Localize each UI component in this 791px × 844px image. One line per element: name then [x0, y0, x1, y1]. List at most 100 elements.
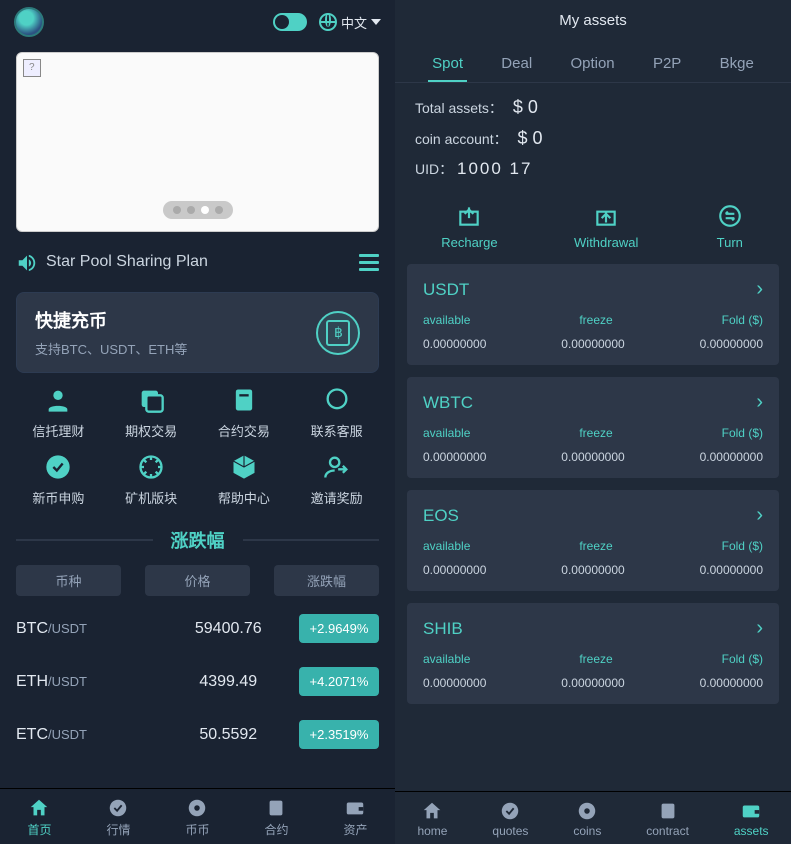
- market-price: 4399.49: [158, 673, 300, 691]
- coin-account-label: coin account：: [415, 131, 508, 147]
- market-change: +2.3519%: [299, 720, 379, 749]
- coin-list: USDT › available freeze Fold ($) 0.00000…: [395, 264, 791, 844]
- nav-label: 币币: [185, 821, 209, 838]
- chevron-down-icon: [371, 19, 381, 25]
- tab-p2p[interactable]: P2P: [649, 47, 685, 82]
- market-symbol: BTC: [16, 620, 48, 637]
- theme-toggle[interactable]: [273, 13, 307, 31]
- withdrawal-button[interactable]: Withdrawal: [574, 203, 638, 250]
- announcement-text[interactable]: Star Pool Sharing Plan: [46, 253, 208, 271]
- nav-home[interactable]: 首页: [27, 797, 51, 838]
- tab-deal[interactable]: Deal: [497, 47, 536, 82]
- col-fold: Fold ($): [722, 313, 763, 327]
- turn-icon: [715, 203, 745, 229]
- feature-support[interactable]: 联系客服: [294, 385, 379, 440]
- nav-label: 合约: [264, 821, 288, 838]
- topbar: 中文: [0, 0, 395, 44]
- feature-options[interactable]: 期权交易: [109, 385, 194, 440]
- banner-dot[interactable]: [173, 206, 181, 214]
- contract-nav-icon: [265, 797, 287, 819]
- val-fold: 0.00000000: [700, 450, 763, 464]
- coin-card[interactable]: WBTC › available freeze Fold ($) 0.00000…: [407, 377, 779, 478]
- deposit-card[interactable]: 快捷充币 支持BTC、USDT、ETH等: [16, 292, 379, 373]
- market-base: /USDT: [48, 674, 87, 689]
- asset-tabs: Spot Deal Option P2P Bkge: [395, 41, 791, 83]
- feature-contract[interactable]: 合约交易: [202, 385, 287, 440]
- col-available: available: [423, 652, 470, 666]
- feature-label: 合约交易: [218, 421, 270, 440]
- uid-label: UID：: [415, 161, 453, 177]
- withdrawal-icon: [591, 203, 621, 229]
- tab-option[interactable]: Option: [566, 47, 618, 82]
- nav-coins[interactable]: coins: [573, 800, 601, 838]
- market-rows: BTC/USDT 59400.76 +2.9649% ETH/USDT 4399…: [16, 602, 379, 761]
- asset-summary: Total assets： $ 0 coin account： $ 0 UID：…: [395, 83, 791, 193]
- action-label: Turn: [717, 235, 743, 250]
- market-change: +2.9649%: [299, 614, 379, 643]
- feature-label: 期权交易: [125, 421, 177, 440]
- speaker-icon: [16, 252, 36, 272]
- tab-bkge[interactable]: Bkge: [716, 47, 758, 82]
- nav-label: home: [417, 824, 447, 838]
- wallet-icon: [344, 797, 366, 819]
- quotes-icon: [107, 797, 129, 819]
- topbar-right: 中文: [273, 13, 381, 32]
- market-row[interactable]: ETC/USDT 50.5592 +2.3519%: [16, 708, 379, 761]
- bottom-nav-right: home quotes coins contract assets: [395, 791, 791, 844]
- nav-label: 资产: [343, 821, 367, 838]
- feature-help[interactable]: 帮助中心: [202, 452, 287, 507]
- banner-dot[interactable]: [201, 206, 209, 214]
- feature-label: 联系客服: [311, 421, 363, 440]
- support-icon: [322, 385, 352, 415]
- nav-home[interactable]: home: [417, 800, 447, 838]
- nav-label: 行情: [106, 821, 130, 838]
- nav-quotes[interactable]: 行情: [106, 797, 130, 838]
- market-row[interactable]: BTC/USDT 59400.76 +2.9649%: [16, 602, 379, 655]
- left-content: Star Pool Sharing Plan 快捷充币 支持BTC、USDT、E…: [0, 44, 395, 844]
- coins-icon: [186, 797, 208, 819]
- banner-dot[interactable]: [215, 206, 223, 214]
- nav-assets[interactable]: 资产: [343, 797, 367, 838]
- action-label: Withdrawal: [574, 235, 638, 250]
- val-fold: 0.00000000: [700, 337, 763, 351]
- nav-assets[interactable]: assets: [734, 800, 769, 838]
- feature-trust[interactable]: 信托理财: [16, 385, 101, 440]
- feature-invite[interactable]: 邀请奖励: [294, 452, 379, 507]
- market-price: 50.5592: [158, 726, 300, 744]
- feature-mining[interactable]: 矿机版块: [109, 452, 194, 507]
- nav-contract[interactable]: 合约: [264, 797, 288, 838]
- language-select[interactable]: 中文: [319, 13, 381, 32]
- coin-account-value: $ 0: [518, 128, 543, 148]
- banner-pagination[interactable]: [163, 201, 233, 219]
- action-label: Recharge: [441, 235, 497, 250]
- recharge-icon: [454, 203, 484, 229]
- col-available: available: [423, 539, 470, 553]
- coin-card[interactable]: EOS › available freeze Fold ($) 0.000000…: [407, 490, 779, 591]
- coin-name: WBTC: [423, 393, 473, 413]
- tab-spot[interactable]: Spot: [428, 47, 467, 82]
- coin-card[interactable]: USDT › available freeze Fold ($) 0.00000…: [407, 264, 779, 365]
- home-icon: [421, 800, 443, 822]
- coin-card[interactable]: SHIB › available freeze Fold ($) 0.00000…: [407, 603, 779, 704]
- menu-icon[interactable]: [359, 254, 379, 271]
- feature-label: 邀请奖励: [311, 488, 363, 507]
- coin-name: SHIB: [423, 619, 463, 639]
- avatar[interactable]: [14, 7, 44, 37]
- nav-coins[interactable]: 币币: [185, 797, 209, 838]
- total-assets-label: Total assets：: [415, 100, 503, 116]
- trust-icon: [43, 385, 73, 415]
- banner[interactable]: [16, 52, 379, 232]
- mining-icon: [136, 452, 166, 482]
- deposit-subtitle: 支持BTC、USDT、ETH等: [35, 339, 187, 358]
- market-row[interactable]: ETH/USDT 4399.49 +4.2071%: [16, 655, 379, 708]
- nav-contract[interactable]: contract: [646, 800, 689, 838]
- feature-label: 新币申购: [32, 488, 84, 507]
- invite-icon: [322, 452, 352, 482]
- banner-dot[interactable]: [187, 206, 195, 214]
- contract-icon: [229, 385, 259, 415]
- feature-newcoin[interactable]: 新币申购: [16, 452, 101, 507]
- nav-quotes[interactable]: quotes: [492, 800, 528, 838]
- action-row: Recharge Withdrawal Turn: [395, 193, 791, 264]
- recharge-button[interactable]: Recharge: [441, 203, 497, 250]
- turn-button[interactable]: Turn: [715, 203, 745, 250]
